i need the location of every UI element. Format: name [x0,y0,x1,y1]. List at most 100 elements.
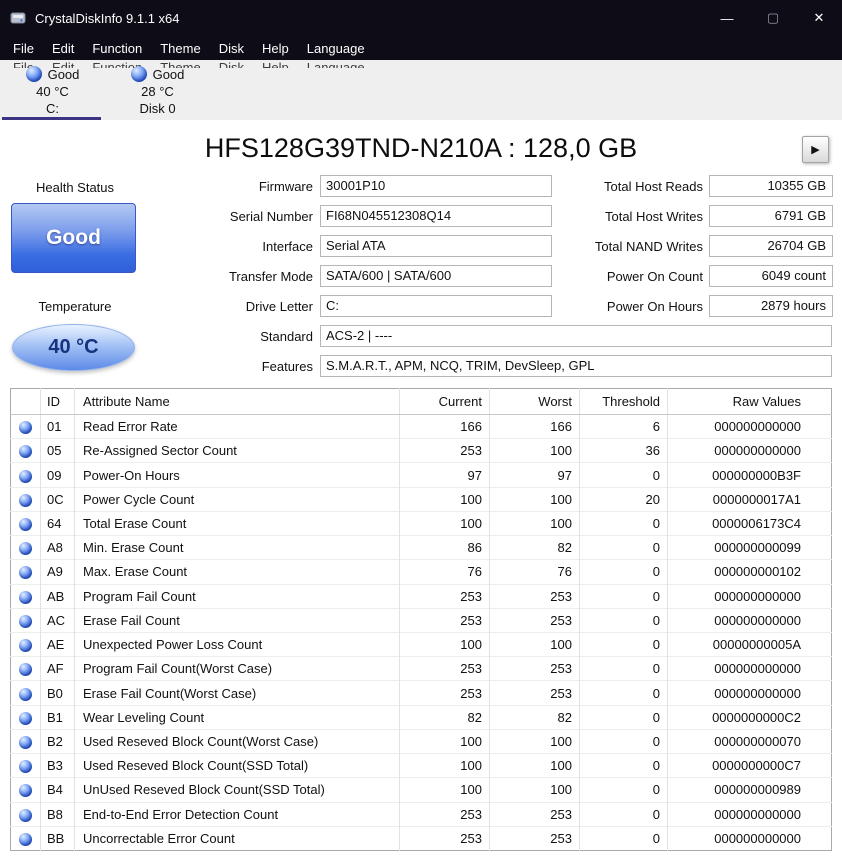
attribute-status-cell [11,584,41,608]
menu-item[interactable]: Help [253,41,298,56]
table-row[interactable]: BB Uncorrectable Error Count 253 253 0 0… [11,826,832,850]
table-row[interactable]: A8 Min. Erase Count 86 82 0 000000000099 [11,536,832,560]
disk-temperature-text: 28 °C [105,83,210,100]
attribute-id-cell: AC [41,608,75,632]
attribute-id-cell: 09 [41,463,75,487]
attribute-worst-cell: 76 [490,560,580,584]
table-row[interactable]: A9 Max. Erase Count 76 76 0 000000000102 [11,560,832,584]
attribute-worst-cell: 253 [490,681,580,705]
disk-status-orb-icon [26,66,42,82]
info-field-row: Features S.M.A.R.T., APM, NCQ, TRIM, Dev… [180,355,832,385]
attribute-current-cell: 253 [400,584,490,608]
info-field-value: ACS-2 | ---- [320,325,832,347]
attribute-raw-values-cell: 00000000005A [668,632,832,656]
attribute-worst-cell: 100 [490,778,580,802]
stat-row: Total Host Writes 6791 GB [548,205,833,235]
attribute-id-cell: B0 [41,681,75,705]
table-row[interactable]: B2 Used Reseved Block Count(Worst Case) … [11,729,832,753]
menu-item[interactable]: Function [83,41,151,56]
table-row[interactable]: B3 Used Reseved Block Count(SSD Total) 1… [11,754,832,778]
attribute-status-cell [11,608,41,632]
stat-value: 6049 count [709,265,833,287]
attribute-name-cell: UnUsed Reseved Block Count(SSD Total) [75,778,400,802]
window-title: CrystalDiskInfo 9.1.1 x64 [35,11,180,26]
table-row[interactable]: 09 Power-On Hours 97 97 0 000000000B3F [11,463,832,487]
minimize-button[interactable]: — [704,0,750,36]
menubar: FileEditFunctionThemeDiskHelpLanguage [0,36,842,60]
disk-label-text: C: [0,100,105,117]
close-button[interactable]: ✕ [796,0,842,36]
stat-label: Power On Hours [548,295,703,314]
attribute-status-orb-icon [19,445,32,458]
attribute-name-cell: Unexpected Power Loss Count [75,632,400,656]
attribute-id-cell: A9 [41,560,75,584]
table-row[interactable]: 0C Power Cycle Count 100 100 20 00000000… [11,487,832,511]
menu-item[interactable]: Edit [43,41,83,56]
stat-value: 26704 GB [709,235,833,257]
disk-tile[interactable]: Good 40 °C C: [0,60,105,120]
attribute-id-cell: 01 [41,415,75,439]
table-row[interactable]: AB Program Fail Count 253 253 0 00000000… [11,584,832,608]
info-field-label: Interface [180,235,313,254]
attribute-status-orb-icon [19,760,32,773]
attribute-raw-values-cell: 000000000099 [668,536,832,560]
attribute-status-cell [11,536,41,560]
info-field-value: SATA/600 | SATA/600 [320,265,552,287]
smart-header-attribute-name: Attribute Name [75,389,400,415]
attribute-threshold-cell: 0 [580,584,668,608]
smart-header-current: Current [400,389,490,415]
menu-item[interactable]: Language [298,41,374,56]
attribute-worst-cell: 253 [490,657,580,681]
attribute-threshold-cell: 0 [580,802,668,826]
attribute-worst-cell: 82 [490,536,580,560]
table-row[interactable]: B1 Wear Leveling Count 82 82 0 000000000… [11,705,832,729]
table-row[interactable]: 05 Re-Assigned Sector Count 253 100 36 0… [11,439,832,463]
info-field-label: Standard [180,325,313,344]
attribute-id-cell: B4 [41,778,75,802]
disk-tile[interactable]: Good 28 °C Disk 0 [105,60,210,120]
attribute-current-cell: 100 [400,487,490,511]
attribute-id-cell: A8 [41,536,75,560]
table-row[interactable]: 64 Total Erase Count 100 100 0 000000617… [11,511,832,535]
menu-item[interactable]: Theme [151,41,209,56]
attribute-name-cell: Uncorrectable Error Count [75,826,400,850]
attribute-threshold-cell: 0 [580,511,668,535]
info-field-label: Drive Letter [180,295,313,314]
drive-stats: Total Host Reads 10355 GB Total Host Wri… [548,175,833,325]
table-row[interactable]: B4 UnUsed Reseved Block Count(SSD Total)… [11,778,832,802]
disk-status-orb-icon [131,66,147,82]
table-row[interactable]: AC Erase Fail Count 253 253 0 0000000000… [11,608,832,632]
health-status-badge[interactable]: Good [11,203,136,273]
attribute-current-cell: 100 [400,729,490,753]
attribute-worst-cell: 100 [490,729,580,753]
attribute-worst-cell: 82 [490,705,580,729]
smart-header-id: ID [41,389,75,415]
next-disk-button[interactable]: ▶ [802,136,829,163]
table-row[interactable]: AE Unexpected Power Loss Count 100 100 0… [11,632,832,656]
menu-item[interactable]: File [4,41,43,56]
attribute-worst-cell: 166 [490,415,580,439]
attribute-status-cell [11,778,41,802]
app-window: CrystalDiskInfo 9.1.1 x64 — ▢ ✕ FileEdit… [0,0,842,863]
temperature-badge[interactable]: 40 °C [12,324,135,371]
maximize-button[interactable]: ▢ [750,0,796,36]
smart-header-orb [11,389,41,415]
attribute-id-cell: 0C [41,487,75,511]
attribute-worst-cell: 100 [490,511,580,535]
attribute-raw-values-cell: 000000000000 [668,584,832,608]
table-row[interactable]: 01 Read Error Rate 166 166 6 00000000000… [11,415,832,439]
menu-item[interactable]: Disk [210,41,253,56]
attribute-id-cell: 05 [41,439,75,463]
smart-header-raw-values: Raw Values [668,389,832,415]
attribute-threshold-cell: 0 [580,463,668,487]
attribute-raw-values-cell: 000000000102 [668,560,832,584]
table-row[interactable]: B8 End-to-End Error Detection Count 253 … [11,802,832,826]
disk-status-text: Good [48,67,80,82]
attribute-raw-values-cell: 0000000017A1 [668,487,832,511]
attribute-name-cell: Program Fail Count(Worst Case) [75,657,400,681]
table-row[interactable]: B0 Erase Fail Count(Worst Case) 253 253 … [11,681,832,705]
attribute-worst-cell: 253 [490,608,580,632]
attribute-threshold-cell: 0 [580,729,668,753]
attribute-status-orb-icon [19,591,32,604]
table-row[interactable]: AF Program Fail Count(Worst Case) 253 25… [11,657,832,681]
